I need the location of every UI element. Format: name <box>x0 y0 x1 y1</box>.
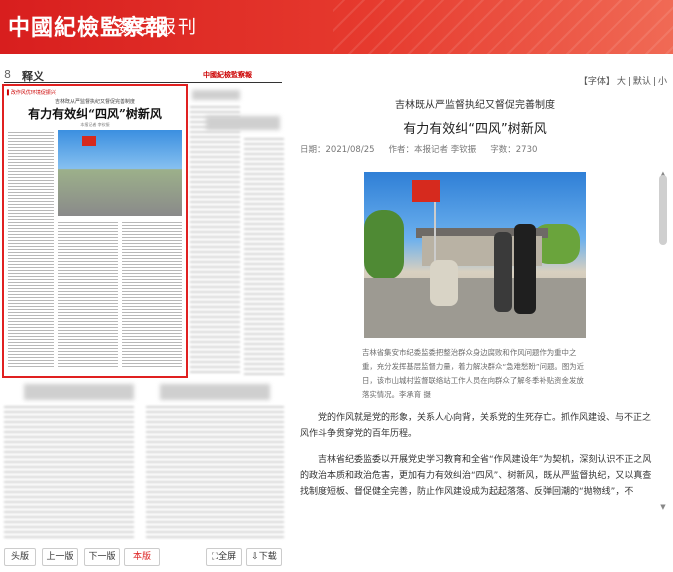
article-photo <box>58 130 182 216</box>
ground-shape <box>364 278 586 338</box>
blurred-headline <box>24 384 134 400</box>
page-number: 8 <box>4 68 11 81</box>
article-reader: 【字体】大 | 默认 | 小 吉林既从严监督执纪又督促完善制度 有力有效纠“四风”树新风… <box>290 54 673 524</box>
newspaper-page-view: 8 释义 中國紀檢監察報 ▌改作风优环境促振兴 吉林既从严监督执纪又督促完善制度… <box>0 54 290 566</box>
article-text-column <box>8 132 54 368</box>
reader-title: 有力有效纠“四风”树新风 <box>403 122 547 137</box>
front-page-button[interactable]: 头版 <box>4 548 36 566</box>
font-label: 【字体】 <box>578 77 615 87</box>
photo-caption: 吉林省集安市纪委监委把整治群众身边腐败和作风问题作为重中之重，充分发挥基层监督力… <box>362 348 584 399</box>
next-page-button[interactable]: 下一版 <box>84 548 120 566</box>
page-masthead: 中國紀檢監察報 <box>203 71 252 79</box>
font-separator: | <box>627 77 631 87</box>
article-paragraph: 吉林省纪委监委以开展党史学习教育和全省“作风建设年”为契机，深刻认识不正之风的政… <box>300 455 652 497</box>
article-title: 有力有效纠“四风”树新风 <box>28 107 162 121</box>
person-shape <box>430 260 458 306</box>
font-large-button[interactable]: 大 <box>617 77 626 87</box>
fullscreen-label: 全屏 <box>218 552 237 562</box>
previous-page-button[interactable]: 上一版 <box>42 548 78 566</box>
header-subtitle: 数字报刊 <box>118 17 198 38</box>
author-value: 本报记者 李钦振 <box>414 145 477 155</box>
article-byline: 本报记者 李钦振 <box>80 122 110 127</box>
article-main-photo <box>364 172 586 338</box>
fullscreen-button[interactable]: ⛶全屏 <box>206 548 242 566</box>
reader-kicker: 吉林既从严监督执纪又督促完善制度 <box>395 100 555 111</box>
download-button[interactable]: ⇩下载 <box>246 548 282 566</box>
tree-shape <box>364 210 404 280</box>
article-tag: ▌改作风优环境促振兴 <box>7 90 56 96</box>
article-text-column <box>58 222 118 368</box>
font-default-button[interactable]: 默认 <box>633 77 651 87</box>
blurred-column <box>146 406 284 538</box>
blurred-column <box>4 406 134 538</box>
header-pattern <box>333 0 673 54</box>
download-label: 下载 <box>258 552 277 562</box>
word-count-label: 字数： <box>490 145 516 155</box>
font-size-controls: 【字体】大 | 默认 | 小 <box>577 74 667 87</box>
blurred-headline <box>160 384 270 400</box>
blurred-column <box>190 106 240 376</box>
selected-article-thumbnail[interactable]: ▌改作风优环境促振兴 吉林既从严监督执纪又督促完善制度 有力有效纠“四风”树新风… <box>2 84 188 378</box>
article-paragraph: 党的作风就是党的形象，关系人心向背，关系党的生死存亡。抓作风建设、与不正之风作斗… <box>300 413 652 439</box>
this-page-button[interactable]: 本版 <box>124 548 160 566</box>
flag-icon <box>82 136 96 146</box>
date-label: 日期： <box>300 145 326 155</box>
app-header: 中國紀檢監察報 数字报刊 <box>0 0 673 54</box>
font-small-button[interactable]: 小 <box>658 77 667 87</box>
word-count-value: 2730 <box>515 145 538 155</box>
article-kicker: 吉林既从严监督执纪又督促完善制度 <box>54 99 135 105</box>
author-label: 作者： <box>388 145 415 155</box>
font-separator: | <box>652 77 656 87</box>
scroll-down-icon[interactable]: ▼ <box>659 503 667 511</box>
download-icon: ⇩ <box>251 552 259 562</box>
article-text-column <box>122 222 182 368</box>
person-shape <box>514 224 536 314</box>
vertical-scrollbar[interactable] <box>659 175 667 245</box>
page-navigation-bar: 头版 上一版 下一版 本版 ⛶全屏 ⇩下载 <box>0 546 290 572</box>
blurred-headline <box>192 90 240 100</box>
blurred-headline <box>206 116 280 130</box>
person-shape <box>494 232 512 312</box>
flag-icon <box>412 180 440 202</box>
page-column: 释义 <box>22 70 44 83</box>
blurred-column <box>244 138 284 378</box>
article-meta: 日期：2021/08/25 作者：本报记者 李钦振 字数：2730 <box>300 143 537 155</box>
date-value: 2021/08/25 <box>325 145 375 155</box>
page-header: 8 释义 中國紀檢監察報 <box>4 68 282 83</box>
